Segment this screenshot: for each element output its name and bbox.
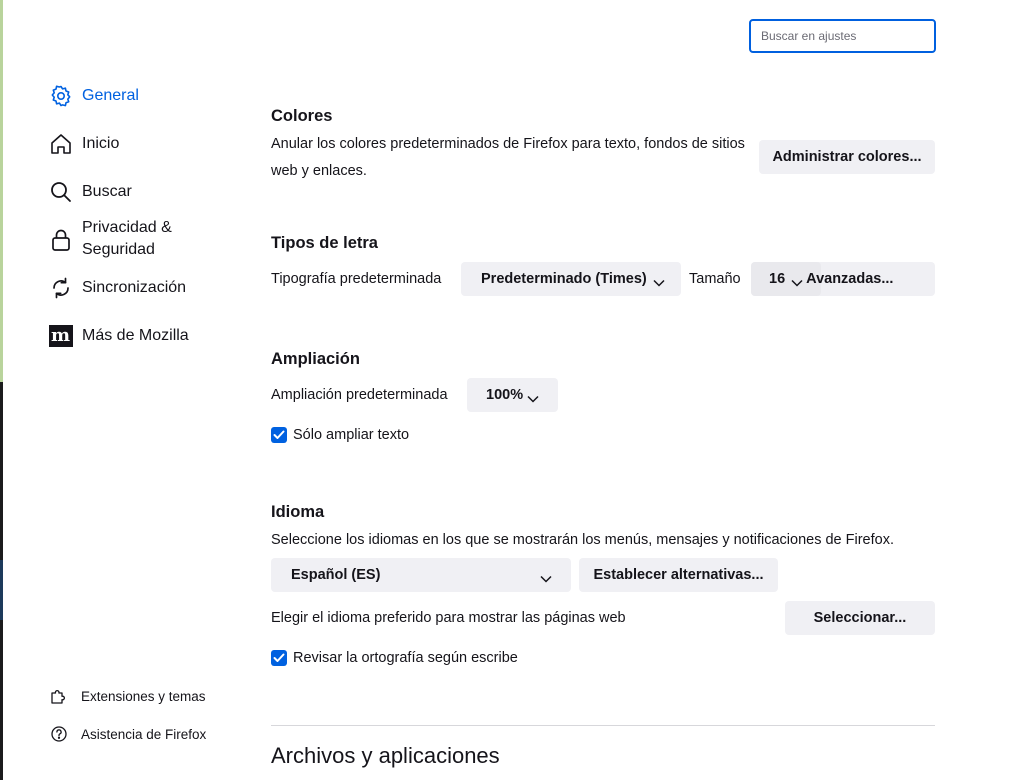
default-zoom-label: Ampliación predeterminada (271, 387, 448, 403)
font-size-label: Tamaño (689, 271, 741, 287)
web-page-language-label: Elegir el idioma preferido para mostrar … (271, 610, 626, 626)
zoom-heading: Ampliación (271, 350, 360, 368)
default-font-label: Tipografía predeterminada (271, 271, 442, 287)
sidebar-item-label: Inicio (82, 134, 120, 152)
default-zoom-dropdown[interactable]: 100% (467, 378, 558, 412)
ui-language-value: Español (ES) (291, 567, 381, 583)
sync-icon (48, 275, 73, 300)
files-apps-heading: Archivos y aplicaciones (271, 743, 500, 768)
language-description: Seleccione los idiomas en los que se mos… (271, 532, 894, 548)
footer-label: Asistencia de Firefox (81, 726, 207, 742)
home-icon (48, 131, 73, 156)
mozilla-icon: m (48, 323, 73, 348)
search-icon (48, 179, 73, 204)
font-size-row: 16 Avanzadas... (751, 262, 935, 296)
checkmark-icon (273, 430, 285, 439)
zoom-text-only-checkbox[interactable] (271, 427, 287, 443)
sidebar-item-label: Sincronización (82, 278, 187, 296)
sidebar-item-privacy[interactable]: Privacidad & Seguridad (48, 217, 202, 261)
search-input[interactable] (749, 19, 936, 53)
advanced-fonts-button[interactable]: Avanzadas... (806, 271, 893, 287)
default-font-dropdown[interactable]: Predeterminado (Times) (461, 262, 681, 296)
default-font-value: Predeterminado (Times) (481, 271, 647, 287)
help-icon (50, 725, 68, 743)
fonts-heading: Tipos de letra (271, 234, 378, 252)
zoom-text-only-label: Sólo ampliar texto (293, 427, 410, 443)
language-heading: Idioma (271, 503, 325, 521)
set-alternatives-button[interactable]: Establecer alternativas... (579, 558, 778, 592)
sidebar-item-more-mozilla[interactable]: m Más de Mozilla (48, 323, 189, 348)
sidebar-item-general[interactable]: General (48, 83, 139, 108)
default-zoom-value: 100% (486, 387, 524, 403)
font-size-value: 16 (769, 271, 786, 287)
sidebar-item-home[interactable]: Inicio (48, 131, 119, 156)
ui-language-dropdown[interactable]: Español (ES) (271, 558, 571, 592)
sidebar-footer-support[interactable]: Asistencia de Firefox (50, 725, 206, 743)
chevron-down-icon (540, 571, 552, 583)
sidebar-item-sync[interactable]: Sincronización (48, 275, 186, 300)
colors-description: Anular los colores predeterminados de Fi… (271, 136, 745, 179)
chevron-down-icon (527, 391, 539, 403)
sidebar-item-label: Más de Mozilla (82, 326, 189, 344)
chevron-down-icon (653, 275, 665, 287)
window-edge (0, 0, 3, 780)
sidebar-item-label: Privacidad & Seguridad (82, 219, 172, 258)
spellcheck-checkbox[interactable] (271, 650, 287, 666)
puzzle-icon (50, 687, 68, 705)
sidebar-footer-extensions[interactable]: Extensiones y temas (50, 687, 206, 705)
chevron-down-icon (791, 275, 803, 287)
manage-colors-button[interactable]: Administrar colores... (759, 140, 935, 174)
select-language-button[interactable]: Seleccionar... (785, 601, 935, 635)
sidebar-item-label: General (82, 86, 139, 104)
spellcheck-label: Revisar la ortografía según escribe (293, 650, 518, 666)
sidebar-item-search[interactable]: Buscar (48, 179, 132, 204)
section-divider (271, 725, 935, 726)
gear-icon (48, 83, 73, 108)
footer-label: Extensiones y temas (81, 688, 206, 704)
checkmark-icon (273, 653, 285, 662)
colors-heading: Colores (271, 107, 333, 125)
sidebar-item-label: Buscar (82, 182, 132, 200)
lock-icon (48, 228, 73, 253)
